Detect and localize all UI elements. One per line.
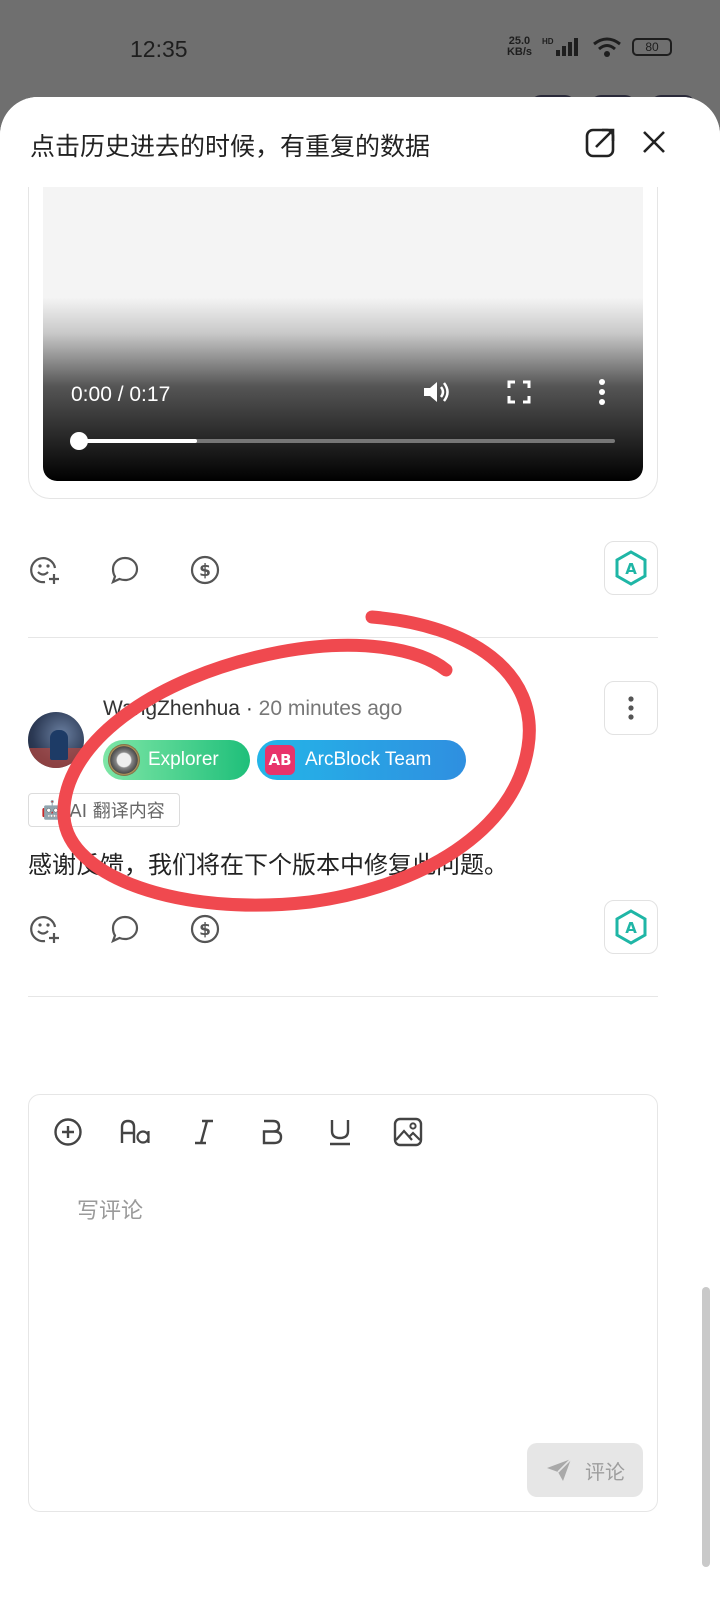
comment-more-button[interactable]	[604, 681, 658, 735]
wifi-icon	[593, 37, 621, 57]
badge-explorer[interactable]: Explorer	[103, 740, 250, 780]
battery-indicator: 80	[632, 38, 672, 56]
volume-button[interactable]	[419, 375, 453, 409]
comment-time: 20 minutes ago	[258, 697, 403, 720]
comment-icon	[111, 915, 139, 944]
open-external-icon	[585, 128, 615, 158]
net-speed: 25.0 KB/s	[507, 36, 532, 58]
video-progress-bar[interactable]	[70, 432, 615, 450]
bold-icon	[262, 1119, 283, 1145]
video-progress-fill	[79, 439, 197, 443]
sheet-title: 点击历史进去的时候，有重复的数据	[30, 132, 431, 161]
emoji-add-icon	[30, 916, 59, 943]
bold-button[interactable]	[255, 1115, 289, 1149]
ai-translation-label: AI 翻译内容	[69, 801, 165, 822]
video-progress-knob[interactable]	[70, 432, 88, 450]
post-actions: $	[28, 553, 222, 587]
scrollbar[interactable]	[702, 1287, 710, 1567]
comment-reaction-button[interactable]	[28, 912, 62, 946]
emoji-add-icon	[30, 557, 59, 584]
divider	[28, 637, 658, 638]
video-time: 0:00 / 0:17	[71, 383, 171, 406]
arcblock-logo: AB	[265, 745, 295, 775]
medal-icon	[108, 744, 140, 776]
status-indicators: 25.0 KB/s HD 80	[507, 36, 672, 58]
badge-explorer-label: Explorer	[148, 749, 219, 770]
fullscreen-icon	[507, 380, 531, 404]
close-icon	[643, 131, 665, 153]
image-button[interactable]	[391, 1115, 425, 1149]
insert-button[interactable]	[51, 1115, 85, 1149]
divider	[28, 996, 658, 997]
dollar-icon: $	[190, 914, 220, 944]
submit-comment-label: 评论	[585, 1459, 625, 1484]
post-card: 0:00 / 0:17	[28, 157, 658, 499]
more-vertical-icon	[628, 696, 634, 720]
author-avatar[interactable]	[28, 712, 84, 768]
svg-text:A: A	[625, 560, 637, 578]
status-bar: 12:35 25.0 KB/s HD 80	[0, 0, 720, 105]
submit-comment-button[interactable]: 评论	[527, 1443, 643, 1497]
comment-body: 感谢反馈，我们将在下个版本中修复此问题。	[28, 851, 508, 879]
font-size-button[interactable]	[119, 1115, 153, 1149]
post-ai-badge-button[interactable]: A	[604, 541, 658, 595]
badge-team-label: ArcBlock Team	[305, 749, 432, 770]
italic-icon	[195, 1119, 213, 1145]
comment-icon	[111, 556, 139, 585]
underline-button[interactable]	[323, 1115, 357, 1149]
post-detail-sheet: 点击历史进去的时候，有重复的数据 0:00 / 0:17 $ A WangZhe…	[0, 97, 720, 1600]
video-more-button[interactable]	[585, 375, 619, 409]
volume-icon	[424, 382, 449, 402]
open-external-button[interactable]	[583, 124, 619, 160]
sheet-header: 点击历史进去的时候，有重复的数据	[0, 97, 720, 187]
editor-toolbar	[51, 1115, 425, 1149]
svg-text:A: A	[625, 919, 637, 937]
ai-hexagon-icon: A	[615, 909, 647, 945]
post-reply-button[interactable]	[108, 553, 142, 587]
image-icon	[393, 1117, 423, 1147]
dollar-icon: $	[190, 555, 220, 585]
svg-text:$: $	[199, 561, 211, 581]
comment-reply-button[interactable]	[108, 912, 142, 946]
close-button[interactable]	[636, 124, 672, 160]
video-player[interactable]: 0:00 / 0:17	[43, 185, 643, 481]
send-icon	[547, 1458, 572, 1481]
status-time: 12:35	[130, 36, 188, 62]
signal-icon: HD	[542, 37, 578, 56]
comment-meta: WangZhenhua · 20 minutes ago	[103, 697, 402, 721]
post-tip-button[interactable]: $	[188, 553, 222, 587]
plus-circle-icon	[54, 1118, 82, 1146]
author-name[interactable]: WangZhenhua	[103, 697, 240, 720]
underline-icon	[330, 1120, 350, 1146]
ai-hexagon-icon: A	[615, 550, 647, 586]
net-speed-unit: KB/s	[506, 46, 532, 58]
robot-icon: 🤖	[41, 799, 64, 821]
more-vertical-icon	[599, 379, 605, 405]
comment-editor: 评论	[28, 1094, 658, 1512]
comment-tip-button[interactable]: $	[188, 912, 222, 946]
ai-translation-tag[interactable]: 🤖 AI 翻译内容	[28, 793, 180, 827]
svg-text:$: $	[199, 920, 211, 940]
comment-input[interactable]	[77, 1191, 617, 1231]
meta-separator: ·	[239, 697, 259, 720]
badge-arcblock-team[interactable]: AB ArcBlock Team	[257, 740, 466, 780]
font-size-icon	[120, 1119, 150, 1144]
post-reaction-button[interactable]	[28, 553, 62, 587]
hd-label: HD	[542, 37, 554, 46]
comment-ai-badge-button[interactable]: A	[604, 900, 658, 954]
italic-button[interactable]	[187, 1115, 221, 1149]
comment-actions: $	[28, 912, 222, 946]
fullscreen-button[interactable]	[502, 375, 536, 409]
